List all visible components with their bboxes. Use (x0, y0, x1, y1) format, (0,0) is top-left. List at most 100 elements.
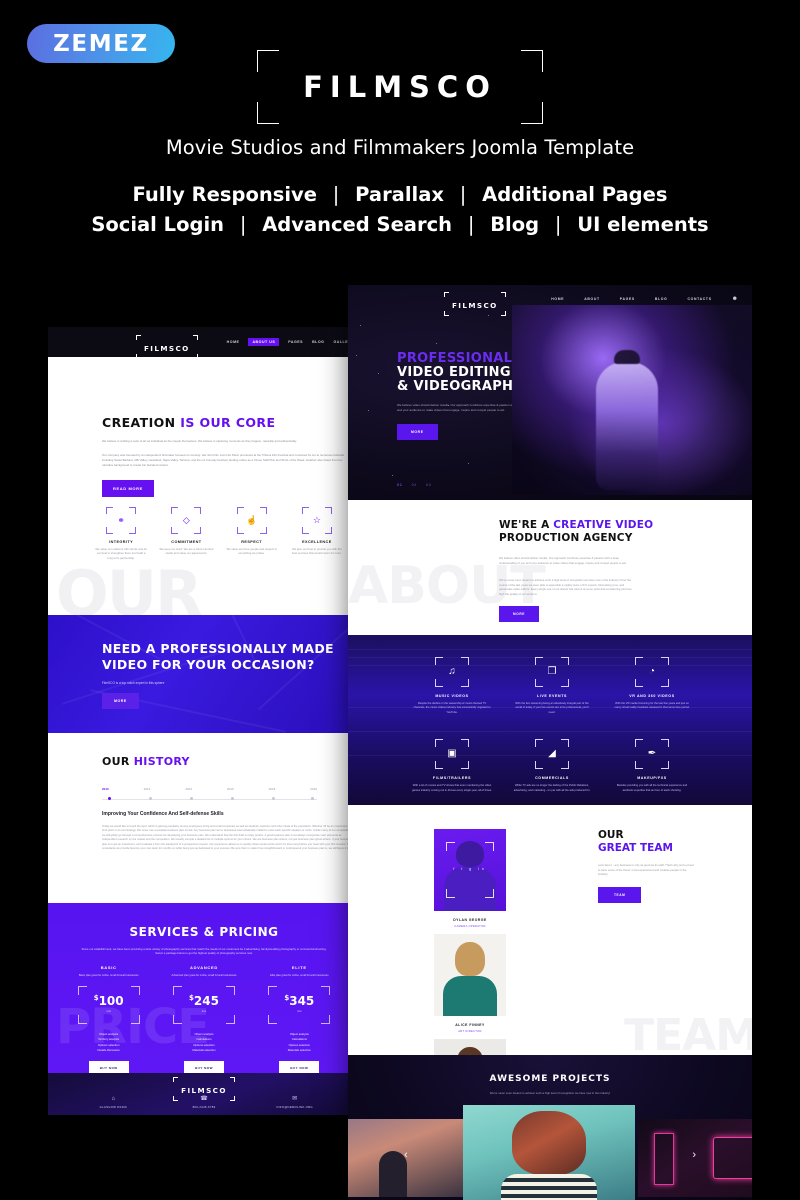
carousel-next-arrow[interactable]: › (692, 1149, 696, 1161)
service-card-makeup-fxs[interactable]: ✒ MAKEUP/FXS Besides providing you with … (602, 739, 702, 793)
service-title: FILMS/TRAILERS (432, 776, 472, 781)
history-body-text: Today we would like to touch the topic w… (102, 825, 352, 851)
nav-item-home[interactable]: HOME (551, 297, 564, 301)
timeline-year-2018[interactable]: 2018 (269, 787, 276, 791)
timeline-year-2010[interactable]: 2010 (102, 787, 109, 791)
neon-strip-decoration (654, 1133, 674, 1185)
member-name: ALICE FINNEY (455, 1023, 485, 1027)
service-title: MAKEUP/FXS (637, 776, 667, 781)
about-page-logo[interactable]: FILMSCO (136, 335, 198, 359)
template-tagline: Movie Studios and Filmmakers Joomla Temp… (165, 136, 635, 159)
timeline-dot[interactable] (231, 797, 234, 800)
nav-item-about-us[interactable]: ABOUT US (248, 338, 280, 346)
timeline-dot[interactable] (190, 797, 193, 800)
member-social-icons[interactable]: f t g in (434, 867, 506, 871)
hero-slider-pagination[interactable]: 01 02 03 (397, 482, 431, 487)
plan-name: ADVANCED (190, 965, 218, 970)
hero-image (512, 305, 752, 495)
slide-indicator-03[interactable]: 03 (426, 482, 431, 487)
team-heading-dark: OUR (598, 829, 624, 841)
home-icon: ⌂ (111, 1096, 116, 1102)
timeline-dot[interactable] (272, 797, 275, 800)
value-text: We keep our word. We are a client-orient… (159, 547, 214, 556)
contact-phone-text[interactable]: 800-2345-6789 (159, 1105, 250, 1109)
value-title: RESPECT (241, 540, 262, 544)
team-copy-block: OUR GREAT TEAM Let's face it - any busin… (598, 829, 708, 903)
service-card-vr-360-videos[interactable]: ◔ VR AND 360 VIDEOS With the VR market b… (602, 657, 702, 715)
value-title: EXCELLENCE (302, 540, 332, 544)
timeline-year-2019[interactable]: 2019 (310, 787, 317, 791)
services-section: ♫ MUSIC VIDEOS Despite the decline in th… (348, 635, 752, 805)
neon-sign-decoration (713, 1137, 752, 1179)
about-heading-dark2: PRODUCTION AGENCY (499, 532, 633, 544)
team-member-card[interactable]: DANIEL OBRIEN MOTION GRAPHIC DESIGNER (434, 1039, 506, 1055)
home-about-section: ABOUT WE'RE A CREATIVE VIDEO PRODUCTION … (348, 500, 752, 635)
megaphone-icon: ◢ (548, 748, 556, 760)
timeline-year-2016[interactable]: 2016 (227, 787, 234, 791)
about-paragraph-2: We've never even dreamt to achieve such … (499, 578, 632, 596)
about-more-button[interactable]: MORE (499, 606, 539, 622)
about-heading-dark1: WE'RE A (499, 519, 554, 531)
value-text: We give our best to provide you with the… (291, 547, 342, 556)
team-button[interactable]: TEAM (598, 886, 642, 903)
nav-item-pages[interactable]: PAGES (288, 340, 303, 344)
corner-icon (136, 335, 141, 340)
service-card-music-videos[interactable]: ♫ MUSIC VIDEOS Despite the decline in th… (402, 657, 502, 715)
service-title: VR AND 360 VIDEOS (629, 694, 675, 698)
nav-item-about[interactable]: ABOUT (584, 297, 600, 301)
service-card-films-trailers[interactable]: ▣ FILMS/TRAILERS With a lot of movies an… (402, 739, 502, 793)
about-page-topbar: FILMSCO HOME ABOUT US PAGES BLOG GALLERY (48, 327, 360, 359)
team-member-card[interactable]: ALICE FINNEY ART DIRECTOR (434, 934, 506, 1033)
timeline-dot[interactable] (149, 797, 152, 800)
team-heading-accent: GREAT TEAM (598, 841, 673, 854)
buy-now-button[interactable]: BUY NOW (88, 1060, 129, 1073)
slide-indicator-01[interactable]: 01 (397, 482, 402, 487)
history-title-accent: HISTORY (133, 755, 190, 768)
corner-top-right-icon (520, 50, 543, 72)
timeline-dot[interactable] (311, 797, 314, 800)
service-card-commercials[interactable]: ◢ COMMERCIALS While TV ads are no longer… (502, 739, 602, 793)
home-page-nav[interactable]: HOME ABOUT PAGES BLOG CONTACTS ☻ (551, 296, 738, 302)
nav-item-blog[interactable]: BLOG (312, 340, 324, 344)
history-timeline-years[interactable]: 2010 2012 2014 2016 2018 2019 (102, 787, 317, 791)
footer-contact-email[interactable]: ✉ INFO@DEMOLINK.ORG (249, 1095, 340, 1109)
timeline-year-2014[interactable]: 2014 (185, 787, 192, 791)
service-title: COMMERCIALS (535, 776, 569, 781)
about-page-nav[interactable]: HOME ABOUT US PAGES BLOG GALLERY (227, 338, 354, 346)
nav-item-pages[interactable]: PAGES (620, 297, 635, 301)
footer-contact-phone[interactable]: ☎ 800-2345-6789 (159, 1095, 250, 1109)
nav-item-contacts[interactable]: CONTACTS (687, 297, 711, 301)
plan-period: /mo (106, 1010, 111, 1013)
buy-now-button[interactable]: BUY NOW (279, 1060, 320, 1073)
slide-silhouette (379, 1151, 407, 1197)
timeline-dot[interactable] (108, 797, 111, 800)
feature-separator: | (554, 213, 562, 236)
service-text: Besides providing you with all the techn… (616, 784, 688, 792)
carousel-prev-arrow[interactable]: ‹ (404, 1149, 408, 1161)
value-text: We value and love people and respect is … (226, 547, 277, 556)
feature-separator: | (467, 213, 475, 236)
team-member-card[interactable]: f t g in DYLAN GEORGE CAMERA OPERATOR (434, 829, 506, 928)
slide-indicator-02[interactable]: 02 (411, 482, 416, 487)
hero-more-button[interactable]: MORE (397, 424, 438, 440)
about-page-screenshot[interactable]: FILMSCO HOME ABOUT US PAGES BLOG GALLERY… (48, 327, 360, 1115)
plan-feature-list: Object analysis Territory analysis Optio… (64, 1032, 153, 1054)
feature-advanced-search: Advanced Search (262, 213, 453, 236)
service-card-live-events[interactable]: ❐ LIVE EVENTS With the live streaming be… (502, 657, 602, 715)
home-page-logo[interactable]: FILMSCO (444, 292, 506, 316)
about-hero-title-accent: IS OUR CORE (180, 415, 276, 430)
project-slide-active[interactable] (463, 1105, 635, 1200)
nav-item-blog[interactable]: BLOG (655, 297, 668, 301)
read-more-button[interactable]: READ MORE (102, 480, 154, 497)
value-title: INTEGRITY (109, 540, 134, 544)
timeline-year-2012[interactable]: 2012 (144, 787, 151, 791)
user-icon[interactable]: ☻ (732, 296, 738, 302)
service-text: Despite the decline in the viewership of… (413, 702, 491, 714)
nav-item-home[interactable]: HOME (227, 340, 240, 344)
projects-carousel[interactable]: ‹ › (348, 1105, 752, 1200)
cta-more-button[interactable]: MORE (102, 693, 139, 709)
feature-row-1: Fully Responsive | Parallax | Additional… (0, 180, 800, 210)
contact-email-text[interactable]: INFO@DEMOLINK.ORG (249, 1105, 340, 1109)
home-page-screenshot[interactable]: FILMSCO HOME ABOUT PAGES BLOG CONTACTS ☻… (348, 285, 752, 1200)
buy-now-button[interactable]: BUY NOW (184, 1060, 224, 1073)
